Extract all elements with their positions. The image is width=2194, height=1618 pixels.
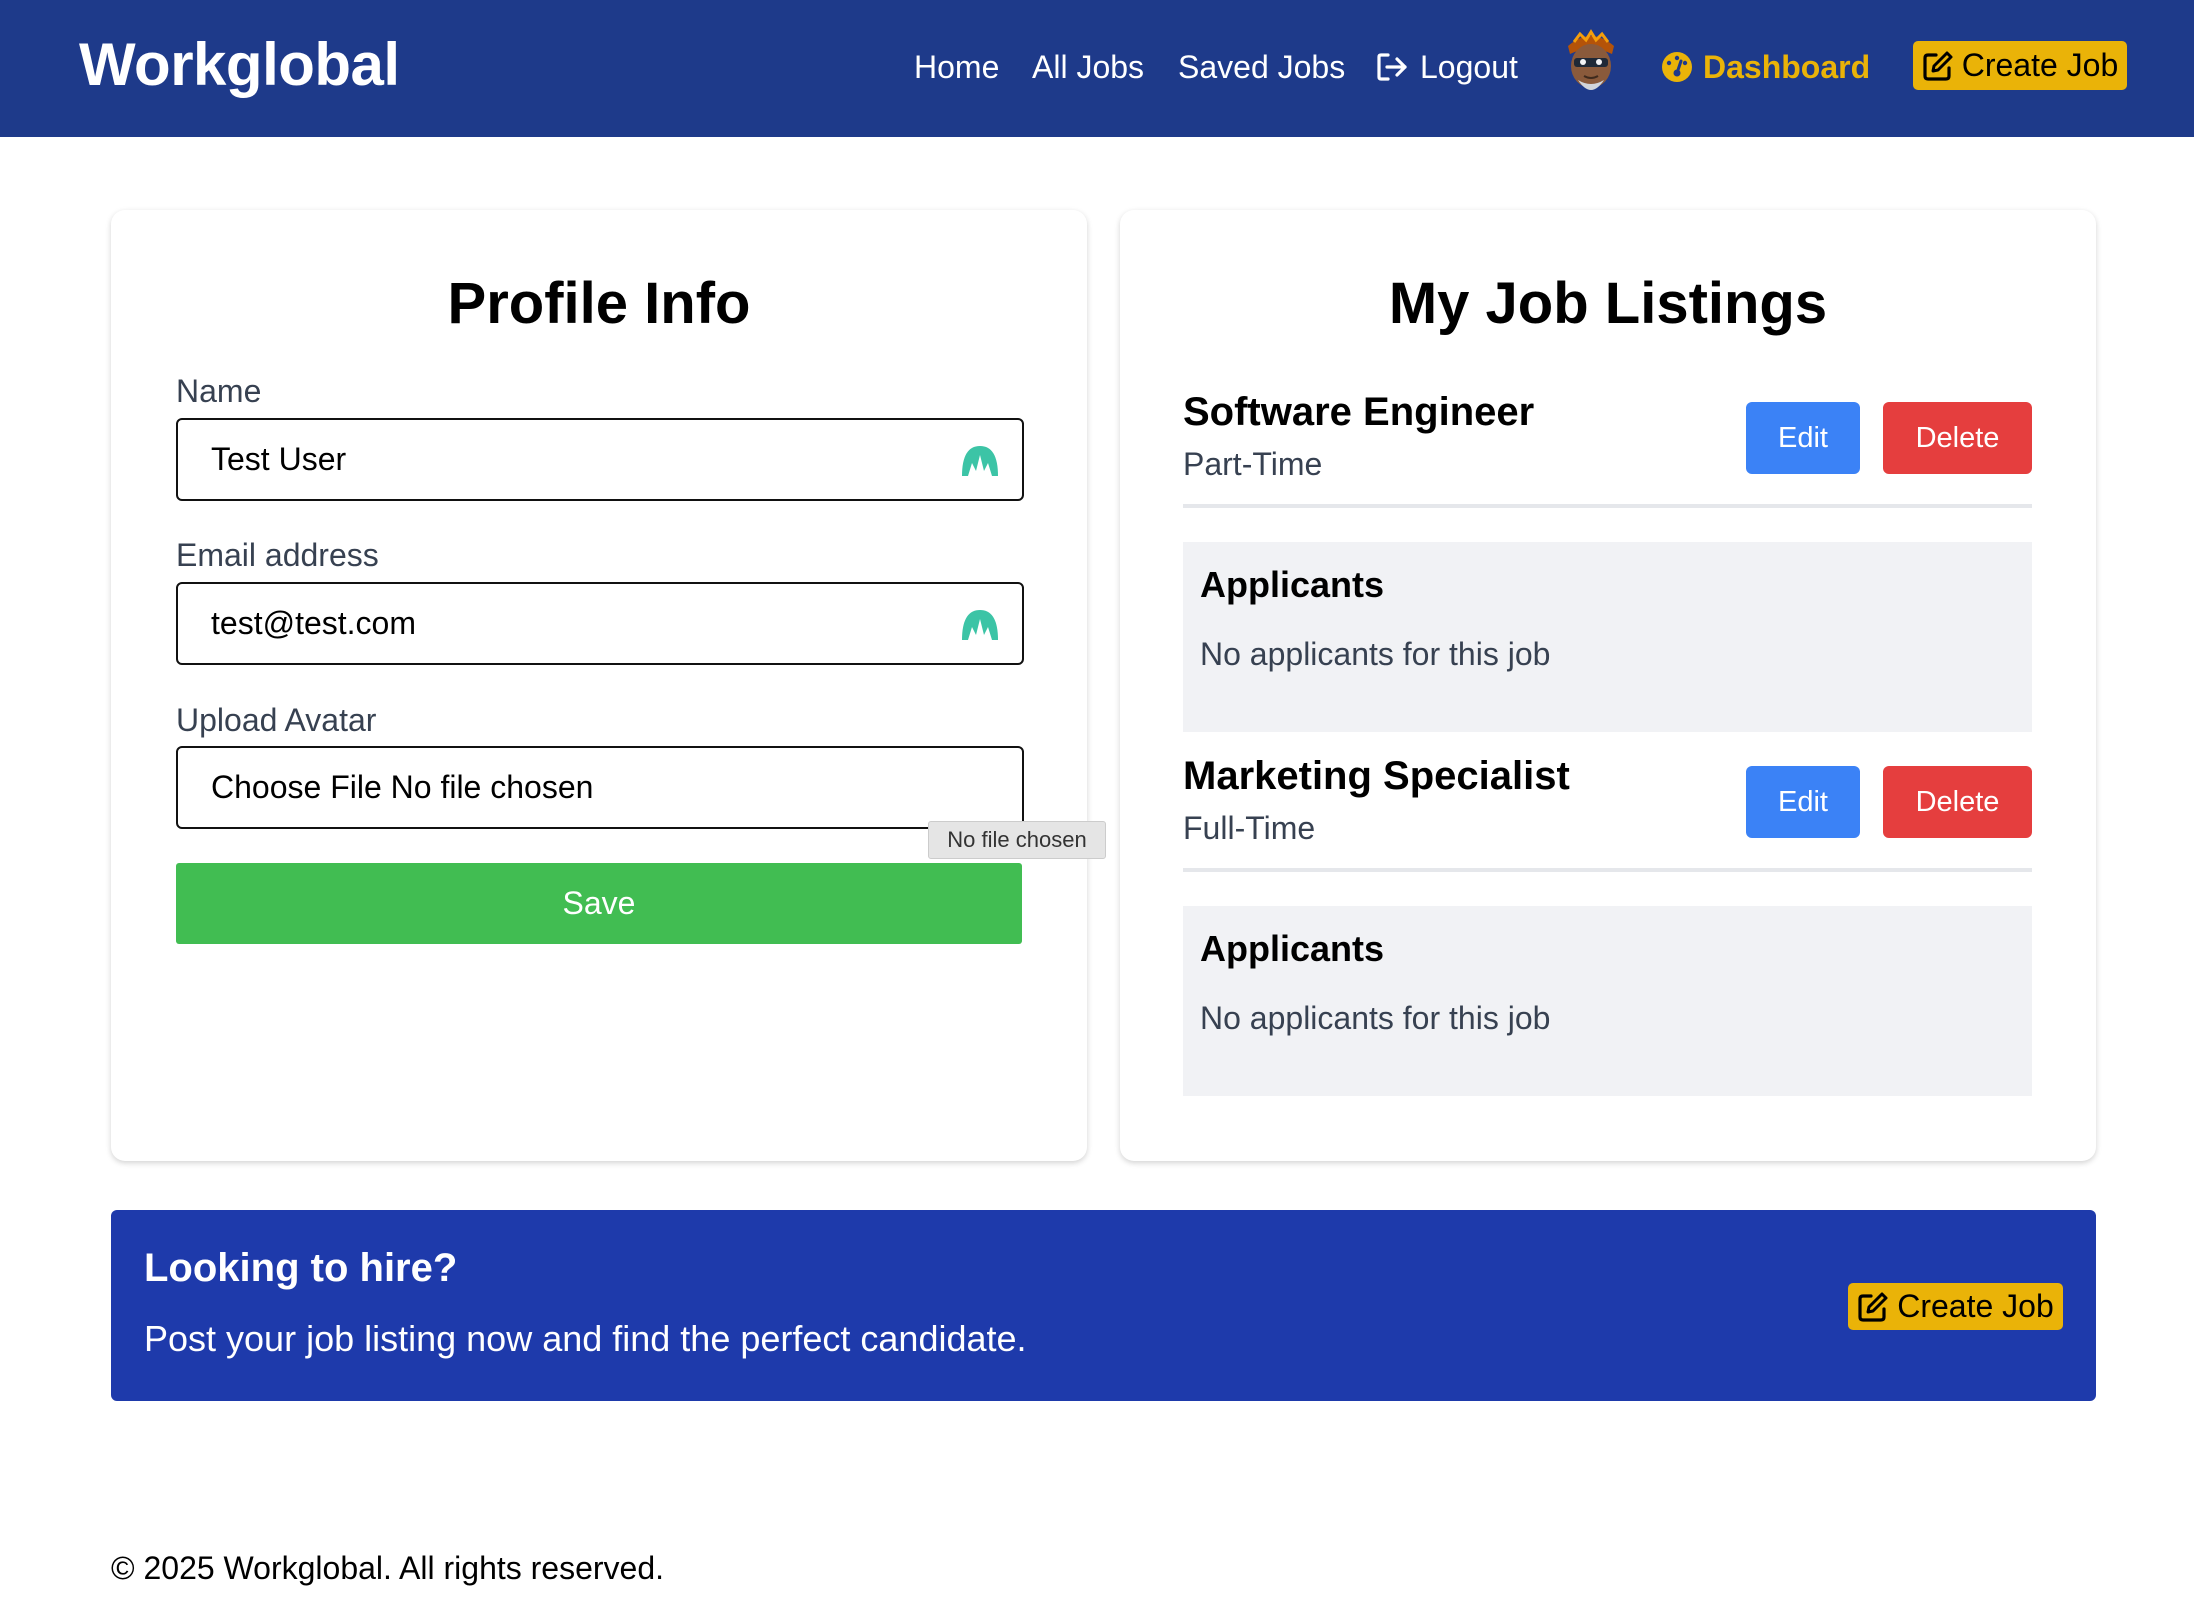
job-type: Part-Time	[1183, 446, 1323, 482]
nav-saved-jobs-label: Saved Jobs	[1178, 48, 1346, 85]
edit-job-button[interactable]: Edit	[1746, 402, 1860, 474]
job-listings-title: My Job Listings	[1388, 271, 1828, 336]
footer-copyright: © 2025 Workglobal. All rights reserved.	[111, 1550, 665, 1586]
job-type: Full-Time	[1183, 810, 1316, 846]
hire-cta-banner: Looking to hire? Post your job listing n…	[111, 1210, 2096, 1401]
applicants-empty-text: No applicants for this job	[1200, 1000, 1551, 1036]
delete-job-button[interactable]: Delete	[1883, 766, 2032, 838]
profile-card: Profile Info Name Test User Email addres…	[111, 210, 1087, 1161]
file-tooltip: No file chosen	[928, 821, 1106, 859]
nav-logout[interactable]: Logout	[1376, 45, 1518, 89]
applicants-title: Applicants	[1200, 564, 1385, 605]
top-navbar: Workglobal Home All Jobs Saved Jobs Logo…	[0, 0, 2194, 137]
password-manager-icon[interactable]	[960, 443, 1000, 477]
profile-title: Profile Info	[447, 271, 751, 336]
email-label: Email address	[176, 537, 379, 573]
name-field[interactable]: Test User	[176, 418, 1024, 501]
job-title: Marketing Specialist	[1183, 754, 1570, 798]
cta-create-job-button[interactable]: Create Job	[1848, 1283, 2063, 1330]
nav-all-jobs[interactable]: All Jobs	[1032, 45, 1144, 89]
upload-avatar-label: Upload Avatar	[176, 702, 377, 738]
nav-saved-jobs[interactable]: Saved Jobs	[1178, 45, 1345, 89]
job-divider	[1183, 868, 2032, 872]
email-value: test@test.com	[211, 605, 416, 641]
delete-job-button[interactable]: Delete	[1883, 402, 2032, 474]
email-field[interactable]: test@test.com	[176, 582, 1024, 665]
nav-dashboard[interactable]: Dashboard	[1661, 45, 1870, 89]
job-title: Software Engineer	[1183, 390, 1535, 434]
sign-out-icon	[1376, 52, 1410, 82]
edit-job-button[interactable]: Edit	[1746, 766, 1860, 838]
name-label: Name	[176, 373, 262, 409]
job-divider	[1183, 504, 2032, 508]
applicants-panel: Applicants No applicants for this job	[1183, 906, 2032, 1096]
nav-home[interactable]: Home	[914, 45, 999, 89]
user-avatar[interactable]	[1560, 28, 1622, 102]
password-manager-icon[interactable]	[960, 607, 1000, 641]
nav-home-label: Home	[914, 48, 1000, 85]
edit-icon	[1922, 50, 1954, 82]
applicants-title: Applicants	[1200, 928, 1385, 969]
brand-logo[interactable]: Workglobal	[79, 30, 400, 99]
file-input-text: Choose File No file chosen	[211, 769, 594, 805]
gauge-icon	[1661, 51, 1693, 83]
nav-all-jobs-label: All Jobs	[1032, 48, 1145, 85]
cta-create-job-label: Create Job	[1897, 1288, 2054, 1324]
name-value: Test User	[211, 441, 347, 477]
nav-dashboard-label: Dashboard	[1703, 48, 1871, 85]
create-job-button[interactable]: Create Job	[1913, 41, 2127, 90]
job-listings-card: My Job Listings Software Engineer Part-T…	[1120, 210, 2096, 1161]
nav-logout-label: Logout	[1420, 48, 1518, 85]
save-button[interactable]: Save	[176, 863, 1022, 944]
cta-text: Post your job listing now and find the p…	[144, 1318, 1027, 1359]
edit-icon	[1857, 1291, 1889, 1323]
applicants-empty-text: No applicants for this job	[1200, 636, 1551, 672]
cta-title: Looking to hire?	[144, 1246, 458, 1290]
create-job-label: Create Job	[1961, 47, 2119, 83]
applicants-panel: Applicants No applicants for this job	[1183, 542, 2032, 732]
avatar-file-input[interactable]: Choose File No file chosen	[176, 746, 1024, 829]
